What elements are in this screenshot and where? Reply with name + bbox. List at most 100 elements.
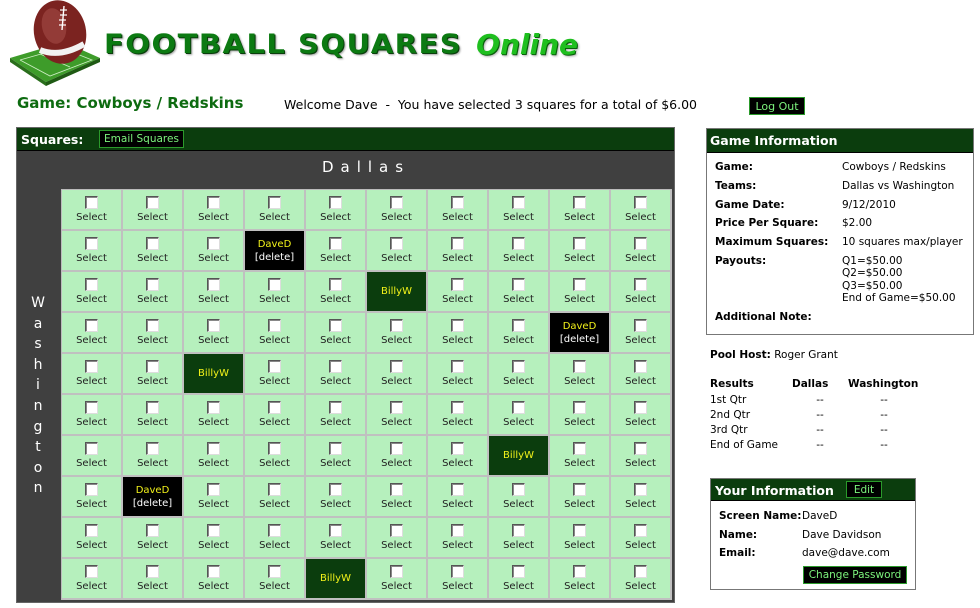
square-checkbox[interactable] xyxy=(268,524,281,537)
square-checkbox[interactable] xyxy=(573,442,586,455)
square-cell[interactable]: Select xyxy=(367,518,428,559)
square-checkbox[interactable] xyxy=(390,196,403,209)
square-cell[interactable]: Select xyxy=(62,518,123,559)
square-checkbox[interactable] xyxy=(512,524,525,537)
square-checkbox[interactable] xyxy=(451,565,464,578)
square-cell[interactable]: Select xyxy=(611,272,672,313)
square-cell[interactable]: Select xyxy=(123,559,184,600)
delete-square-link[interactable]: [delete] xyxy=(560,334,599,345)
square-cell[interactable]: Select xyxy=(367,477,428,518)
square-checkbox[interactable] xyxy=(512,237,525,250)
square-checkbox[interactable] xyxy=(451,319,464,332)
square-checkbox[interactable] xyxy=(268,401,281,414)
square-checkbox[interactable] xyxy=(329,524,342,537)
square-cell[interactable]: Select xyxy=(62,190,123,231)
square-cell[interactable]: Select xyxy=(489,190,550,231)
square-cell[interactable]: Select xyxy=(367,231,428,272)
square-cell[interactable]: Select xyxy=(184,190,245,231)
square-cell[interactable]: Select xyxy=(428,272,489,313)
change-password-button[interactable]: Change Password xyxy=(803,566,907,584)
square-cell[interactable]: Select xyxy=(306,190,367,231)
square-checkbox[interactable] xyxy=(268,442,281,455)
square-cell[interactable]: Select xyxy=(611,436,672,477)
square-cell[interactable]: Select xyxy=(489,477,550,518)
square-checkbox[interactable] xyxy=(390,565,403,578)
square-checkbox[interactable] xyxy=(573,524,586,537)
square-checkbox[interactable] xyxy=(512,278,525,291)
square-checkbox[interactable] xyxy=(207,401,220,414)
square-cell[interactable]: Select xyxy=(611,313,672,354)
square-checkbox[interactable] xyxy=(146,319,159,332)
square-cell[interactable]: Select xyxy=(62,559,123,600)
square-checkbox[interactable] xyxy=(390,524,403,537)
square-cell[interactable]: Select xyxy=(550,231,611,272)
edit-button[interactable]: Edit xyxy=(846,481,882,498)
square-cell[interactable]: Select xyxy=(367,313,428,354)
square-checkbox[interactable] xyxy=(85,196,98,209)
square-cell[interactable]: Select xyxy=(428,395,489,436)
square-cell[interactable]: Select xyxy=(611,518,672,559)
square-cell[interactable]: Select xyxy=(123,231,184,272)
square-cell[interactable]: Select xyxy=(550,272,611,313)
square-checkbox[interactable] xyxy=(451,524,464,537)
square-cell[interactable]: Select xyxy=(428,477,489,518)
square-cell[interactable]: Select xyxy=(489,559,550,600)
square-checkbox[interactable] xyxy=(634,565,647,578)
square-cell[interactable]: Select xyxy=(611,477,672,518)
square-cell[interactable]: Select xyxy=(428,354,489,395)
square-checkbox[interactable] xyxy=(85,524,98,537)
square-checkbox[interactable] xyxy=(85,237,98,250)
square-checkbox[interactable] xyxy=(390,401,403,414)
square-cell[interactable]: Select xyxy=(62,313,123,354)
square-checkbox[interactable] xyxy=(85,278,98,291)
square-checkbox[interactable] xyxy=(390,483,403,496)
square-cell[interactable]: Select xyxy=(62,477,123,518)
square-checkbox[interactable] xyxy=(634,237,647,250)
square-cell[interactable]: Select xyxy=(123,395,184,436)
square-checkbox[interactable] xyxy=(634,401,647,414)
square-checkbox[interactable] xyxy=(451,401,464,414)
square-cell[interactable]: Select xyxy=(62,231,123,272)
square-cell[interactable]: Select xyxy=(489,395,550,436)
square-checkbox[interactable] xyxy=(634,442,647,455)
square-cell[interactable]: Select xyxy=(489,354,550,395)
square-cell[interactable]: Select xyxy=(550,190,611,231)
square-cell[interactable]: Select xyxy=(123,518,184,559)
square-cell[interactable]: Select xyxy=(489,313,550,354)
square-cell[interactable]: Select xyxy=(306,436,367,477)
square-checkbox[interactable] xyxy=(512,483,525,496)
square-cell[interactable]: Select xyxy=(245,518,306,559)
square-cell[interactable]: Select xyxy=(489,231,550,272)
square-cell[interactable]: Select xyxy=(428,559,489,600)
logout-button[interactable]: Log Out xyxy=(749,97,805,115)
square-checkbox[interactable] xyxy=(207,237,220,250)
square-cell[interactable]: Select xyxy=(550,477,611,518)
square-checkbox[interactable] xyxy=(512,196,525,209)
square-checkbox[interactable] xyxy=(207,278,220,291)
square-checkbox[interactable] xyxy=(268,483,281,496)
square-cell[interactable]: Select xyxy=(123,313,184,354)
square-cell[interactable]: Select xyxy=(184,313,245,354)
square-cell[interactable]: Select xyxy=(245,477,306,518)
square-checkbox[interactable] xyxy=(329,483,342,496)
square-checkbox[interactable] xyxy=(390,360,403,373)
square-cell[interactable]: Select xyxy=(123,190,184,231)
square-cell[interactable]: Select xyxy=(62,436,123,477)
square-checkbox[interactable] xyxy=(512,401,525,414)
delete-square-link[interactable]: [delete] xyxy=(133,498,172,509)
square-checkbox[interactable] xyxy=(268,196,281,209)
square-cell[interactable]: Select xyxy=(428,313,489,354)
square-checkbox[interactable] xyxy=(85,360,98,373)
square-checkbox[interactable] xyxy=(85,401,98,414)
square-checkbox[interactable] xyxy=(573,360,586,373)
square-checkbox[interactable] xyxy=(573,483,586,496)
square-cell[interactable]: Select xyxy=(62,395,123,436)
square-checkbox[interactable] xyxy=(390,237,403,250)
square-checkbox[interactable] xyxy=(329,237,342,250)
square-cell[interactable]: Select xyxy=(245,354,306,395)
square-cell[interactable]: Select xyxy=(184,272,245,313)
square-checkbox[interactable] xyxy=(451,360,464,373)
square-cell[interactable]: Select xyxy=(123,436,184,477)
square-checkbox[interactable] xyxy=(146,524,159,537)
square-cell[interactable]: Select xyxy=(550,354,611,395)
